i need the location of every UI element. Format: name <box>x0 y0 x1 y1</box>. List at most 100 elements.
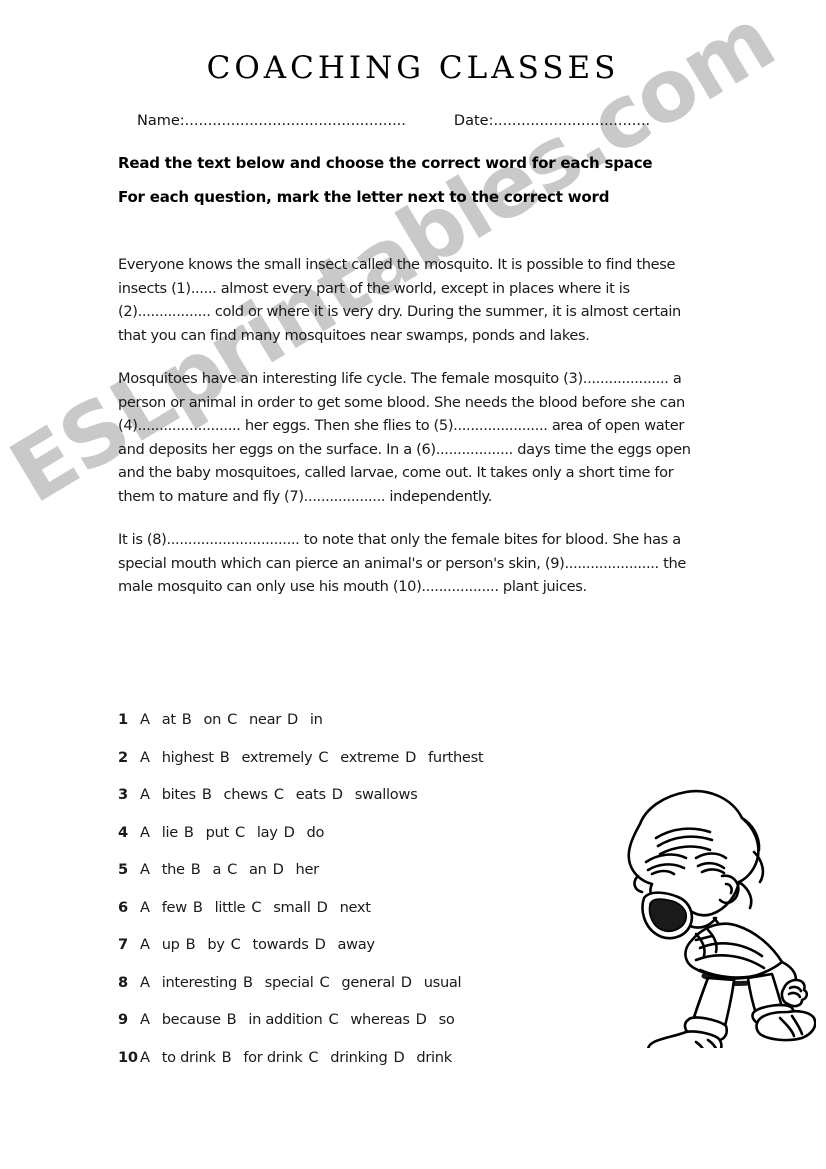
name-date-row: Name:...................................… <box>137 113 737 129</box>
option-letter-b[interactable]: B <box>189 861 201 878</box>
option-text-d[interactable]: her <box>284 861 323 878</box>
option-letter-d[interactable]: D <box>399 974 412 991</box>
option-text-b[interactable]: on <box>191 711 225 728</box>
option-letter-b[interactable]: B <box>218 749 230 766</box>
option-text-a[interactable]: to drink <box>150 1049 220 1066</box>
option-letter-a[interactable]: A <box>138 899 150 916</box>
option-letter-d[interactable]: D <box>391 1049 404 1066</box>
option-text-d[interactable]: in <box>298 711 327 728</box>
option-text-b[interactable]: for drink <box>231 1049 306 1066</box>
option-text-b[interactable]: special <box>253 974 318 991</box>
option-letter-b[interactable]: B <box>182 824 194 841</box>
option-letter-a[interactable]: A <box>138 936 150 953</box>
question-row: 2 Ahighest Bextremely Cextreme Dfurthest <box>118 748 598 786</box>
option-text-a[interactable]: the <box>150 861 189 878</box>
question-number: 10 <box>118 1048 138 1066</box>
question-number: 2 <box>118 748 128 766</box>
option-text-c[interactable]: lay <box>245 824 282 841</box>
option-text-d[interactable]: away <box>326 936 379 953</box>
option-text-d[interactable]: next <box>328 899 375 916</box>
option-text-c[interactable]: towards <box>241 936 313 953</box>
option-letter-b[interactable]: B <box>200 786 212 803</box>
option-letter-a[interactable]: A <box>138 749 150 766</box>
option-text-a[interactable]: up <box>150 936 184 953</box>
option-letter-d[interactable]: D <box>330 786 343 803</box>
question-row: 10 Ato drink Bfor drink Cdrinking Ddrink <box>118 1048 598 1086</box>
option-letter-c[interactable]: C <box>318 974 330 991</box>
option-text-d[interactable]: usual <box>412 974 466 991</box>
option-letter-c[interactable]: C <box>233 824 245 841</box>
worksheet-page: ESLprintables.com COACHING CLASSES Name:… <box>0 0 826 1169</box>
option-letter-c[interactable]: C <box>225 861 237 878</box>
option-text-c[interactable]: general <box>329 974 398 991</box>
option-text-d[interactable]: furthest <box>416 749 487 766</box>
shouting-boy-cartoon <box>596 780 816 1048</box>
option-letter-b[interactable]: B <box>184 936 196 953</box>
option-letter-d[interactable]: D <box>403 749 416 766</box>
option-text-b[interactable]: in addition <box>236 1011 326 1028</box>
question-row: 9 Abecause Bin addition Cwhereas Dso <box>118 1010 598 1048</box>
option-text-a[interactable]: lie <box>150 824 182 841</box>
option-letter-c[interactable]: C <box>249 899 261 916</box>
option-letter-d[interactable]: D <box>285 711 298 728</box>
option-text-a[interactable]: bites <box>150 786 200 803</box>
option-text-d[interactable]: swallows <box>343 786 422 803</box>
option-text-b[interactable]: little <box>203 899 250 916</box>
option-text-c[interactable]: drinking <box>318 1049 391 1066</box>
option-text-b[interactable]: a <box>200 861 225 878</box>
option-text-a[interactable]: at <box>150 711 180 728</box>
question-number: 5 <box>118 861 128 878</box>
option-text-c[interactable]: an <box>237 861 271 878</box>
option-text-d[interactable]: drink <box>404 1049 456 1066</box>
question-number: 1 <box>118 711 128 728</box>
option-text-c[interactable]: small <box>261 899 314 916</box>
option-text-b[interactable]: by <box>195 936 228 953</box>
option-text-d[interactable]: do <box>295 824 329 841</box>
date-field-label[interactable]: Date:.................................. <box>454 113 650 129</box>
option-text-c[interactable]: eats <box>284 786 330 803</box>
option-letter-a[interactable]: A <box>138 711 150 728</box>
question-number: 7 <box>118 936 128 953</box>
option-text-b[interactable]: put <box>194 824 233 841</box>
option-letter-b[interactable]: B <box>220 1049 232 1066</box>
option-letter-d[interactable]: D <box>414 1011 427 1028</box>
question-number: 4 <box>118 823 128 841</box>
option-text-a[interactable]: highest <box>150 749 218 766</box>
option-text-c[interactable]: extreme <box>328 749 403 766</box>
option-letter-d[interactable]: D <box>313 936 326 953</box>
option-text-c[interactable]: whereas <box>338 1011 413 1028</box>
option-letter-c[interactable]: C <box>306 1049 318 1066</box>
question-row: 8 Ainteresting Bspecial Cgeneral Dusual <box>118 973 598 1011</box>
option-text-d[interactable]: so <box>427 1011 459 1028</box>
question-row: 5 Athe Ba Can Dher <box>118 860 598 898</box>
option-letter-d[interactable]: D <box>282 824 295 841</box>
option-letter-a[interactable]: A <box>138 786 150 803</box>
option-letter-c[interactable]: C <box>229 936 241 953</box>
option-letter-c[interactable]: C <box>326 1011 338 1028</box>
option-text-a[interactable]: few <box>150 899 191 916</box>
name-field-label[interactable]: Name:...................................… <box>137 113 406 129</box>
option-letter-a[interactable]: A <box>138 974 150 991</box>
option-text-b[interactable]: chews <box>212 786 272 803</box>
option-letter-a[interactable]: A <box>138 1011 150 1028</box>
option-text-b[interactable]: extremely <box>229 749 316 766</box>
option-letter-c[interactable]: C <box>316 749 328 766</box>
option-letter-a[interactable]: A <box>138 861 150 878</box>
option-letter-b[interactable]: B <box>191 899 203 916</box>
option-letter-a[interactable]: A <box>138 1049 150 1066</box>
option-letter-a[interactable]: A <box>138 824 150 841</box>
passage-paragraph-3: It is (8)...............................… <box>118 531 687 595</box>
question-number: 6 <box>118 898 128 916</box>
option-letter-b[interactable]: B <box>241 974 253 991</box>
option-text-c[interactable]: near <box>237 711 285 728</box>
question-row: 3 Abites Bchews Ceats Dswallows <box>118 785 598 823</box>
option-letter-b[interactable]: B <box>180 711 192 728</box>
option-letter-c[interactable]: C <box>272 786 284 803</box>
option-letter-c[interactable]: C <box>225 711 237 728</box>
option-text-a[interactable]: because <box>150 1011 225 1028</box>
question-row: 1 Aat Bon Cnear Din <box>118 710 598 748</box>
option-text-a[interactable]: interesting <box>150 974 241 991</box>
option-letter-d[interactable]: D <box>271 861 284 878</box>
option-letter-d[interactable]: D <box>315 899 328 916</box>
option-letter-b[interactable]: B <box>225 1011 237 1028</box>
